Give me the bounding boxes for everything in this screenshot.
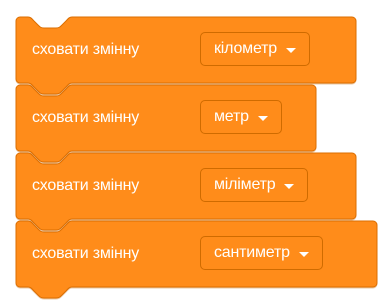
block-label: сховати змінну — [32, 245, 140, 262]
variable-name: сантиметр — [214, 244, 290, 261]
block-label: сховати змінну — [32, 177, 140, 194]
hide-variable-block-2[interactable]: сховати змінну метр — [15, 84, 317, 163]
variable-name: кілометр — [214, 40, 277, 57]
variable-name: метр — [214, 108, 249, 125]
variable-dropdown-centimeter[interactable]: сантиметр — [200, 236, 323, 270]
hide-variable-block-4[interactable]: сховати змінну сантиметр — [15, 220, 378, 299]
block-label: сховати змінну — [32, 109, 140, 126]
caret-down-icon — [285, 47, 296, 53]
caret-down-icon — [298, 251, 309, 257]
block-label: сховати змінну — [32, 41, 140, 58]
caret-down-icon — [284, 183, 295, 189]
variable-name: міліметр — [214, 176, 276, 193]
hide-variable-block-1[interactable]: сховати змінну кілометр — [15, 16, 357, 95]
variable-dropdown-meter[interactable]: метр — [200, 100, 282, 134]
variable-dropdown-millimeter[interactable]: міліметр — [200, 168, 309, 202]
caret-down-icon — [257, 115, 268, 121]
hide-variable-block-3[interactable]: сховати змінну міліметр — [15, 152, 357, 231]
block-stack: сховати змінну кілометр сховати змінну м… — [0, 0, 381, 305]
variable-dropdown-kilometer[interactable]: кілометр — [200, 32, 310, 66]
